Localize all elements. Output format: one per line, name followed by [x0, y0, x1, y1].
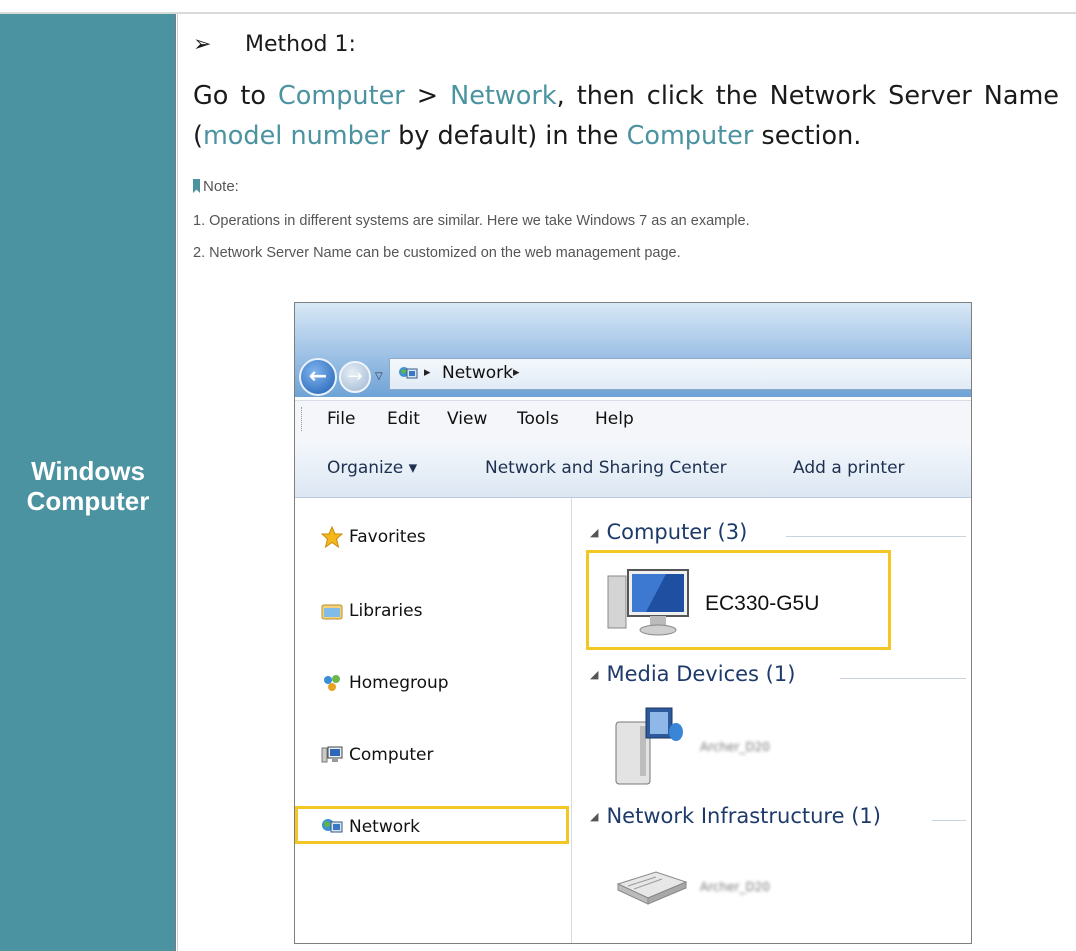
collapse-triangle-icon[interactable]: ◢	[590, 810, 598, 823]
collapse-triangle-icon[interactable]: ◢	[590, 526, 598, 539]
group-divider	[786, 536, 966, 537]
instruction-text-2: >	[404, 81, 451, 111]
highlight-model-number: model number	[202, 121, 390, 151]
device-name-media[interactable]: Archer_D20	[700, 740, 770, 754]
router-icon	[616, 871, 688, 905]
highlight-computer-section: Computer	[626, 121, 754, 151]
sidebar-label-line1: Windows	[31, 456, 145, 486]
instruction-text-1: Go to	[193, 81, 278, 111]
group-header-infrastructure[interactable]: ◢ Network Infrastructure (1)	[590, 804, 881, 828]
navigation-pane: Favorites Libraries Homegroup Computer N…	[295, 498, 572, 943]
explorer-screenshot: ← → ▽ ▸ Network ▸ File Edit View Tools H…	[294, 302, 972, 944]
menu-help[interactable]: Help	[595, 409, 634, 429]
group-divider	[932, 820, 966, 821]
sidebar-label-line2: Computer	[26, 486, 150, 516]
menu-tools[interactable]: Tools	[517, 409, 559, 429]
star-icon	[321, 526, 343, 548]
nav-label-favorites: Favorites	[349, 527, 426, 547]
menu-grip	[301, 407, 304, 431]
group-label-infrastructure: Network Infrastructure (1)	[606, 804, 881, 828]
menu-bar: File Edit View Tools Help	[295, 400, 971, 440]
note-item: 2. Network Server Name can be customized…	[193, 245, 681, 261]
arrow-bullet-icon: ➢	[193, 32, 212, 57]
column-divider	[177, 14, 178, 951]
network-highlight-box	[295, 806, 569, 844]
desktop-computer-icon	[607, 569, 689, 636]
note-item: 1. Operations in different systems are s…	[193, 213, 750, 229]
media-device-icon	[615, 707, 683, 785]
libraries-icon	[321, 604, 343, 620]
nav-label-computer: Computer	[349, 745, 434, 765]
breadcrumb-chevron-icon[interactable]: ▸	[424, 365, 431, 380]
device-name-infrastructure[interactable]: Archer_D20	[700, 880, 770, 894]
nav-label-libraries: Libraries	[349, 601, 423, 621]
highlight-network: Network	[450, 81, 557, 111]
network-icon	[399, 367, 418, 379]
sidebar-label: Windows Computer	[0, 456, 176, 516]
group-label-media: Media Devices (1)	[606, 662, 796, 686]
address-bar[interactable]: ▸ Network ▸	[389, 358, 971, 390]
collapse-triangle-icon[interactable]: ◢	[590, 668, 598, 681]
address-network[interactable]: Network	[442, 363, 513, 383]
group-label-computer: Computer (3)	[606, 520, 748, 544]
menu-file[interactable]: File	[327, 409, 355, 429]
group-header-computer[interactable]: ◢ Computer (3)	[590, 520, 747, 544]
menu-view[interactable]: View	[447, 409, 487, 429]
method-title: Method 1:	[245, 32, 356, 57]
command-bar: Organize ▾ Network and Sharing Center Ad…	[295, 439, 971, 498]
group-header-media[interactable]: ◢ Media Devices (1)	[590, 662, 795, 686]
breadcrumb-chevron-icon[interactable]: ▸	[513, 365, 520, 380]
nav-label-homegroup: Homegroup	[349, 673, 449, 693]
back-arrow-icon[interactable]: ←	[299, 358, 337, 396]
note-heading-label: Note:	[203, 178, 239, 195]
history-dropdown-icon[interactable]: ▽	[375, 371, 383, 382]
highlight-computer: Computer	[278, 81, 405, 111]
network-sharing-center-button[interactable]: Network and Sharing Center	[485, 458, 727, 478]
menu-edit[interactable]: Edit	[387, 409, 420, 429]
bookmark-icon	[193, 179, 200, 193]
computer-icon	[321, 746, 343, 763]
nav-item-favorites[interactable]: Favorites	[295, 520, 567, 556]
add-printer-button[interactable]: Add a printer	[793, 458, 905, 478]
forward-arrow-icon[interactable]: →	[339, 361, 371, 393]
content-pane: ◢ Computer (3) EC330-G5U ◢ Media Devices (…	[572, 498, 971, 943]
nav-item-libraries[interactable]: Libraries	[295, 594, 567, 630]
group-divider	[840, 678, 966, 679]
homegroup-icon	[324, 675, 340, 691]
instruction-text-4: by default) in the	[389, 121, 627, 151]
nav-item-homegroup[interactable]: Homegroup	[295, 666, 567, 702]
nav-item-computer[interactable]: Computer	[295, 738, 567, 774]
method-heading: ➢ Method 1:	[193, 32, 356, 57]
organize-button[interactable]: Organize ▾	[327, 458, 417, 478]
note-heading: Note:	[193, 178, 239, 195]
device-name-computer[interactable]: EC330-G5U	[705, 592, 819, 616]
instruction-paragraph: Go to Computer > Network, then click the…	[193, 76, 1059, 156]
instruction-text-5: section.	[753, 121, 862, 151]
